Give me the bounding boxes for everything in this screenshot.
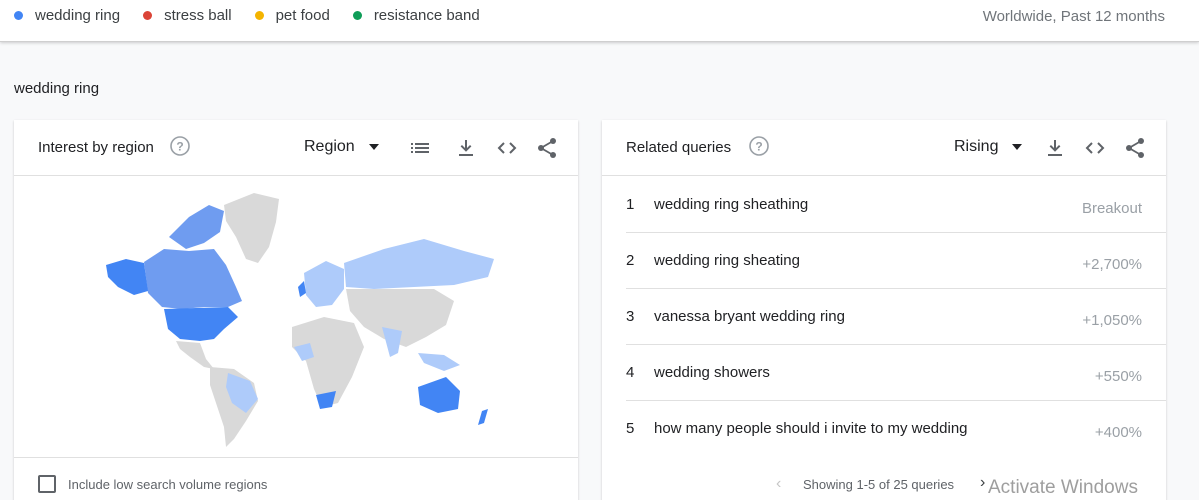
term-label: pet food <box>275 7 330 24</box>
world-map-svg <box>106 193 494 447</box>
pagination-text: Showing 1-5 of 25 queries <box>803 477 955 492</box>
query-text[interactable]: how many people should i invite to my we… <box>654 420 968 437</box>
embed-icon[interactable] <box>495 136 519 160</box>
query-value: +400% <box>1094 424 1142 441</box>
checkbox-label: Include low search volume regions <box>68 477 268 492</box>
region-usa[interactable] <box>164 307 238 341</box>
dropdown-value: Region <box>304 138 355 155</box>
caret-down-icon <box>368 144 379 150</box>
list-icon[interactable] <box>408 136 432 160</box>
term-wedding-ring[interactable]: wedding ring <box>14 7 120 24</box>
embed-icon[interactable] <box>1083 136 1107 160</box>
term-legend: wedding ring stress ball pet food resist… <box>14 7 503 24</box>
region-mexico[interactable] <box>176 341 214 369</box>
term-color-dot <box>352 11 362 20</box>
query-value: +550% <box>1094 368 1142 385</box>
query-value: +1,050% <box>1082 312 1142 329</box>
query-value: Breakout <box>1081 200 1142 217</box>
rising-top-dropdown[interactable]: Rising <box>954 138 1023 156</box>
query-text[interactable]: wedding ring sheathing <box>654 196 808 213</box>
caret-down-icon <box>1012 144 1023 150</box>
section-title: wedding ring <box>14 80 100 97</box>
term-label: resistance band <box>373 7 480 24</box>
share-icon[interactable] <box>535 136 559 160</box>
query-rank: 1 <box>626 196 635 213</box>
query-text[interactable]: wedding ring sheating <box>654 252 800 269</box>
svg-text:?: ? <box>755 140 762 154</box>
download-icon[interactable] <box>1043 136 1067 160</box>
chevron-right-icon[interactable]: › <box>980 474 985 492</box>
query-row[interactable]: 4 wedding showers +550% <box>626 345 1166 401</box>
region-se-asia[interactable] <box>418 353 460 371</box>
scope-label: Worldwide, Past 12 months <box>982 8 1165 25</box>
windows-activation-watermark: Activate Windows <box>988 477 1138 498</box>
query-row[interactable]: 1 wedding ring sheathing Breakout <box>626 177 1166 233</box>
query-rank: 2 <box>626 252 635 269</box>
card-title: Related queries <box>626 139 732 156</box>
term-color-dot <box>254 11 264 20</box>
chevron-left-icon[interactable]: ‹ <box>776 475 781 493</box>
query-rank: 3 <box>626 308 635 325</box>
region-alaska[interactable] <box>106 259 148 295</box>
download-icon[interactable] <box>454 136 478 160</box>
interest-by-region-card: Interest by region ? Region Include low … <box>14 120 578 500</box>
card-title: Interest by region <box>38 139 154 156</box>
query-row[interactable]: 5 how many people should i invite to my … <box>626 401 1166 457</box>
region-russia[interactable] <box>344 239 494 289</box>
region-india[interactable] <box>382 327 402 357</box>
region-canada[interactable] <box>144 249 242 309</box>
query-text[interactable]: wedding showers <box>654 364 770 381</box>
term-color-dot <box>14 11 23 20</box>
resolution-dropdown[interactable]: Region <box>304 138 379 156</box>
term-stress-ball[interactable]: stress ball <box>143 7 232 24</box>
region-canada-arctic[interactable] <box>169 205 224 249</box>
query-row[interactable]: 3 vanessa bryant wedding ring +1,050% <box>626 289 1166 345</box>
map-footer: Include low search volume regions <box>14 457 578 500</box>
low-volume-checkbox[interactable] <box>38 475 56 493</box>
region-uk[interactable] <box>298 281 306 297</box>
term-resistance-band[interactable]: resistance band <box>352 7 480 24</box>
query-text[interactable]: vanessa bryant wedding ring <box>654 308 845 325</box>
dropdown-value: Rising <box>954 138 999 155</box>
card-header: Interest by region ? Region <box>14 120 578 176</box>
term-label: stress ball <box>164 7 232 24</box>
query-list: 1 wedding ring sheathing Breakout 2 wedd… <box>602 177 1166 457</box>
help-icon[interactable]: ? <box>748 135 770 157</box>
query-value: +2,700% <box>1082 256 1142 273</box>
help-icon[interactable]: ? <box>169 135 191 157</box>
region-new-zealand[interactable] <box>478 409 488 425</box>
term-color-dot <box>143 11 153 20</box>
query-rank: 5 <box>626 420 635 437</box>
comparison-bar: wedding ring stress ball pet food resist… <box>0 0 1199 42</box>
region-europe[interactable] <box>304 261 344 307</box>
share-icon[interactable] <box>1123 136 1147 160</box>
svg-text:?: ? <box>176 140 183 154</box>
query-rank: 4 <box>626 364 635 381</box>
query-row[interactable]: 2 wedding ring sheating +2,700% <box>626 233 1166 289</box>
term-pet-food[interactable]: pet food <box>254 7 330 24</box>
region-greenland[interactable] <box>224 193 279 263</box>
related-queries-card: Related queries ? Rising 1 wedding ring … <box>602 120 1166 500</box>
world-map[interactable] <box>14 177 578 457</box>
region-australia[interactable] <box>418 377 460 413</box>
card-header: Related queries ? Rising <box>602 120 1166 176</box>
term-label: wedding ring <box>35 7 121 24</box>
